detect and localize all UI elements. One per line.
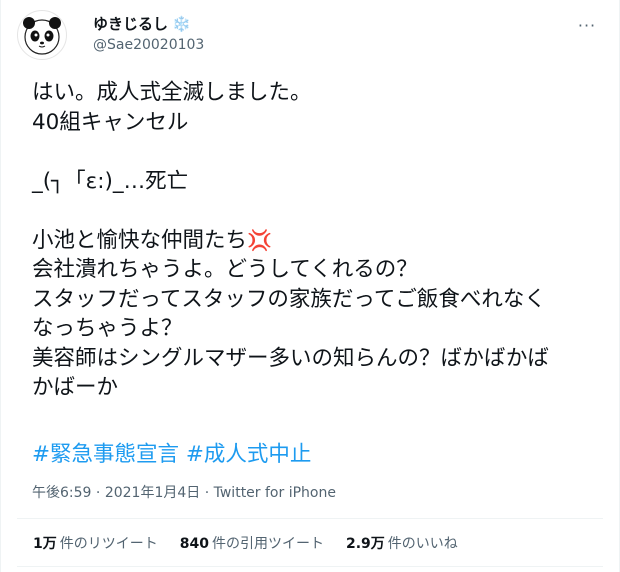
meta-separator: · — [200, 485, 214, 501]
tweet-source[interactable]: Twitter for iPhone — [214, 485, 336, 501]
likes-label: 件のいいね — [387, 536, 458, 552]
display-name-row[interactable]: ゆきじるし ❄️ — [93, 14, 204, 34]
tweet-line: なっちゃうよ？ — [32, 316, 183, 341]
divider — [17, 518, 603, 519]
tweet-date[interactable]: 2021年1月4日 — [105, 485, 200, 501]
tweet-header: ゆきじるし ❄️ @Sae20020103 ··· — [17, 10, 603, 66]
divider — [17, 566, 603, 567]
tweet-line: かばーか — [32, 375, 119, 400]
likes-stat[interactable]: 2.9万 件のいいね — [346, 534, 458, 554]
more-horizontal-icon[interactable]: ··· — [575, 18, 599, 34]
retweets-stat[interactable]: 1万 件のリツイート — [33, 534, 158, 554]
retweets-count: 1万 — [33, 536, 57, 552]
tweet-time[interactable]: 午後6:59 — [32, 485, 91, 501]
tweet-line — [32, 196, 602, 226]
tweet-line: _(┐「ε:)_…死亡 — [32, 168, 189, 194]
tweet-line: 小池と愉快な仲間たち — [32, 227, 248, 253]
snowflake-icon: ❄️ — [172, 15, 191, 33]
anger-emoji-icon: 💢 — [247, 227, 272, 252]
tweet-stats: 1万 件のリツイート 840 件の引用ツイート 2.9万 件のいいね — [33, 534, 458, 554]
hashtag-link[interactable]: #成人式中止 — [186, 442, 312, 467]
user-names: ゆきじるし ❄️ @Sae20020103 — [93, 14, 204, 55]
retweets-label: 件のリツイート — [59, 536, 158, 552]
tweet-line: スタッフだってスタッフの家族だってご飯食べれなく — [32, 286, 546, 312]
quotes-stat[interactable]: 840 件の引用ツイート — [180, 534, 324, 554]
tweet-card: ゆきじるし ❄️ @Sae20020103 ··· はい。成人式全滅しました。 … — [0, 0, 620, 572]
quotes-label: 件の引用ツイート — [211, 536, 324, 552]
quotes-count: 840 — [179, 536, 209, 552]
panda-avatar-icon[interactable] — [17, 10, 67, 60]
likes-count: 2.9万 — [345, 536, 385, 552]
hashtag-link[interactable]: #緊急事態宣言 — [32, 442, 179, 467]
meta-separator: · — [91, 485, 105, 501]
tweet-text: はい。成人式全滅しました。 40組キャンセル _(┐「ε:)_…死亡 小池と愉快… — [32, 78, 602, 403]
display-name[interactable]: ゆきじるし — [93, 14, 168, 34]
tweet-line: 40組キャンセル — [32, 109, 189, 135]
user-handle[interactable]: @Sae20020103 — [93, 35, 204, 55]
tweet-line: はい。成人式全滅しました。 — [32, 80, 312, 105]
tweet-meta: 午後6:59 · 2021年1月4日 · Twitter for iPhone — [32, 484, 336, 502]
hashtags: #緊急事態宣言 #成人式中止 — [32, 440, 311, 469]
tweet-line: 美容師はシングルマザー多いの知らんの？ばかばかば — [32, 345, 549, 371]
tweet-line — [32, 137, 602, 167]
tweet-line: 会社潰れちゃうよ。どうしてくれるの？ — [32, 257, 418, 282]
tweet-line-with-emoji: 小池と愉快な仲間たち💢 — [32, 226, 602, 256]
